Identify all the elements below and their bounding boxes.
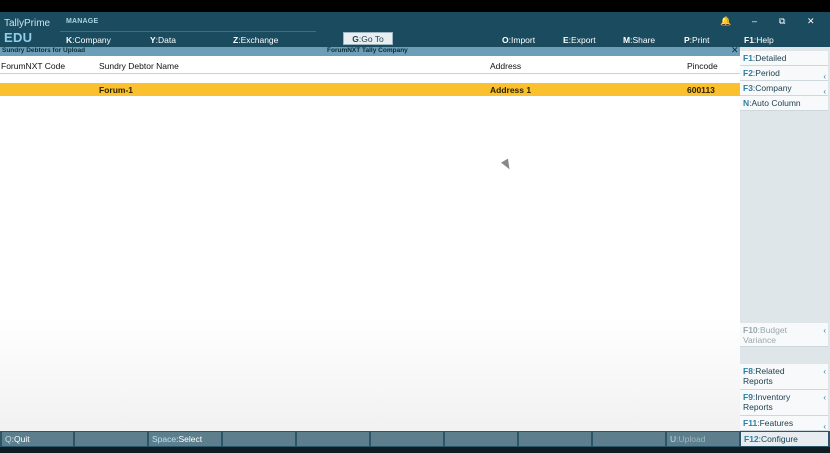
restore-icon[interactable]: ⧉ bbox=[779, 16, 785, 27]
top-black-strip bbox=[0, 0, 830, 12]
report-content: ForumNXT Code Sundry Debtor Name Address… bbox=[0, 56, 740, 431]
cell-pincode: 600113 bbox=[687, 85, 715, 95]
menu-export[interactable]: E:Export bbox=[563, 35, 596, 45]
chevron-left-icon: ‹ bbox=[823, 367, 826, 376]
close-report-icon[interactable]: ✕ bbox=[731, 45, 739, 56]
btn-auto-column[interactable]: N:Auto Column bbox=[740, 96, 828, 111]
right-button-panel: F1:Detailed F2:Period ‹ F3:Company ‹ N:Aut… bbox=[740, 47, 830, 431]
brand-edition: EDU bbox=[4, 30, 33, 45]
bottom-empty-slot bbox=[519, 432, 592, 446]
btn-period[interactable]: F2:Period ‹ bbox=[740, 66, 828, 81]
report-title: Sundry Debtors for Upload bbox=[2, 47, 86, 54]
close-window-icon[interactable]: ✕ bbox=[807, 16, 815, 27]
col-header-name: Sundry Debtor Name bbox=[99, 61, 179, 71]
taskbar-edge bbox=[0, 447, 830, 453]
cell-name: Forum-1 bbox=[99, 85, 133, 95]
btn-company[interactable]: F3:Company ‹ bbox=[740, 81, 828, 96]
bottom-empty-slot bbox=[593, 432, 666, 446]
col-header-pincode: Pincode bbox=[687, 61, 718, 71]
btn-detailed[interactable]: F1:Detailed bbox=[740, 51, 828, 66]
bottom-empty-slot bbox=[371, 432, 444, 446]
column-header-row: ForumNXT Code Sundry Debtor Name Address… bbox=[0, 56, 740, 74]
col-header-address: Address bbox=[490, 61, 522, 71]
btn-configure[interactable]: F12:Configure bbox=[741, 432, 829, 446]
minimize-icon[interactable]: – bbox=[752, 16, 757, 26]
company-name: ForumNXT Tally Company bbox=[327, 47, 408, 54]
col-header-code: ForumNXT Code bbox=[1, 61, 66, 71]
menu-print[interactable]: P:Print bbox=[684, 35, 710, 45]
goto-button[interactable]: G:Go To bbox=[343, 32, 393, 45]
bottom-empty-slot bbox=[223, 432, 296, 446]
mouse-pointer-icon bbox=[501, 158, 513, 172]
bottom-empty-slot bbox=[75, 432, 148, 446]
btn-upload[interactable]: U:Upload bbox=[667, 432, 740, 446]
app-header: TallyPrime EDU MANAGE K:Company Y:Data Z… bbox=[0, 12, 830, 47]
menu-exchange[interactable]: Z:Exchange bbox=[233, 35, 278, 45]
chevron-left-icon: ‹ bbox=[823, 326, 826, 335]
btn-quit[interactable]: Q:Quit bbox=[2, 432, 74, 446]
btn-budget-variance[interactable]: F10:Budget Variance ‹ bbox=[740, 323, 828, 347]
report-title-bar: Sundry Debtors for Upload ForumNXT Tally… bbox=[0, 45, 740, 56]
brand-name: TallyPrime bbox=[4, 18, 51, 29]
menu-import[interactable]: O:Import bbox=[502, 35, 535, 45]
bottom-empty-slot bbox=[297, 432, 370, 446]
btn-select[interactable]: Space:Select bbox=[149, 432, 222, 446]
cell-address: Address 1 bbox=[490, 85, 532, 95]
chevron-left-icon: ‹ bbox=[823, 393, 826, 402]
btn-inventory-reports[interactable]: F9:Inventory Reports ‹ bbox=[740, 390, 828, 416]
bell-icon[interactable]: 🔔 bbox=[720, 16, 731, 27]
btn-related-reports[interactable]: F8:Related Reports ‹ bbox=[740, 364, 828, 390]
menu-help[interactable]: F1:Help bbox=[744, 35, 774, 45]
menu-company[interactable]: K:Company bbox=[66, 35, 111, 45]
section-label: MANAGE bbox=[66, 18, 99, 25]
header-divider bbox=[60, 31, 316, 32]
btn-features[interactable]: F11:Features ‹ bbox=[740, 416, 828, 431]
bottom-button-bar: Q:Quit Space:Select U:Upload F12:Configu… bbox=[0, 431, 830, 447]
menu-data[interactable]: Y:Data bbox=[150, 35, 176, 45]
table-row[interactable]: Forum-1 Address 1 600113 bbox=[0, 83, 740, 96]
bottom-empty-slot bbox=[445, 432, 518, 446]
menu-share[interactable]: M:Share bbox=[623, 35, 655, 45]
